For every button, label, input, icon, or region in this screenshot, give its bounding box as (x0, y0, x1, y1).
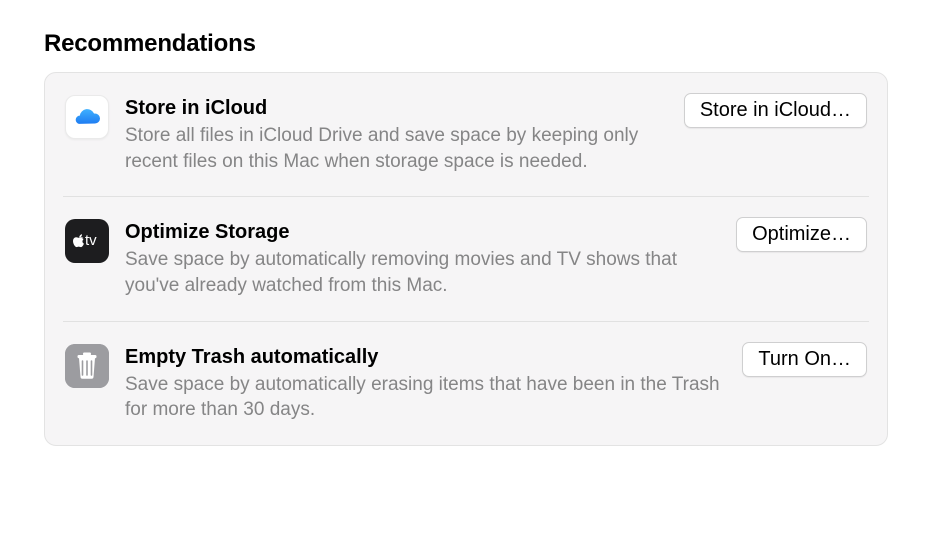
recommendation-row-optimize: tv Optimize Storage Save space by automa… (63, 197, 869, 321)
store-in-icloud-button[interactable]: Store in iCloud… (684, 93, 867, 128)
row-content: Optimize Storage Save space by automatic… (125, 219, 867, 298)
optimize-button[interactable]: Optimize… (736, 217, 867, 252)
text-column: Store in iCloud Store all files in iClou… (125, 95, 670, 174)
item-title: Store in iCloud (125, 95, 670, 121)
item-description: Save space by automatically erasing item… (125, 372, 728, 423)
item-title: Optimize Storage (125, 219, 722, 245)
recommendation-row-icloud: Store in iCloud Store all files in iClou… (63, 73, 869, 197)
section-title: Recommendations (44, 30, 888, 58)
trash-icon (65, 344, 109, 388)
item-description: Save space by automatically removing mov… (125, 247, 722, 298)
text-column: Empty Trash automatically Save space by … (125, 344, 728, 423)
item-description: Store all files in iCloud Drive and save… (125, 123, 670, 174)
recommendations-panel: Store in iCloud Store all files in iClou… (44, 72, 888, 446)
turn-on-button[interactable]: Turn On… (742, 342, 867, 377)
row-content: Store in iCloud Store all files in iClou… (125, 95, 867, 174)
icloud-icon (65, 95, 109, 139)
svg-text:tv: tv (85, 232, 97, 249)
text-column: Optimize Storage Save space by automatic… (125, 219, 722, 298)
row-content: Empty Trash automatically Save space by … (125, 344, 867, 423)
recommendation-row-trash: Empty Trash automatically Save space by … (63, 322, 869, 445)
apple-tv-icon: tv (65, 219, 109, 263)
item-title: Empty Trash automatically (125, 344, 728, 370)
